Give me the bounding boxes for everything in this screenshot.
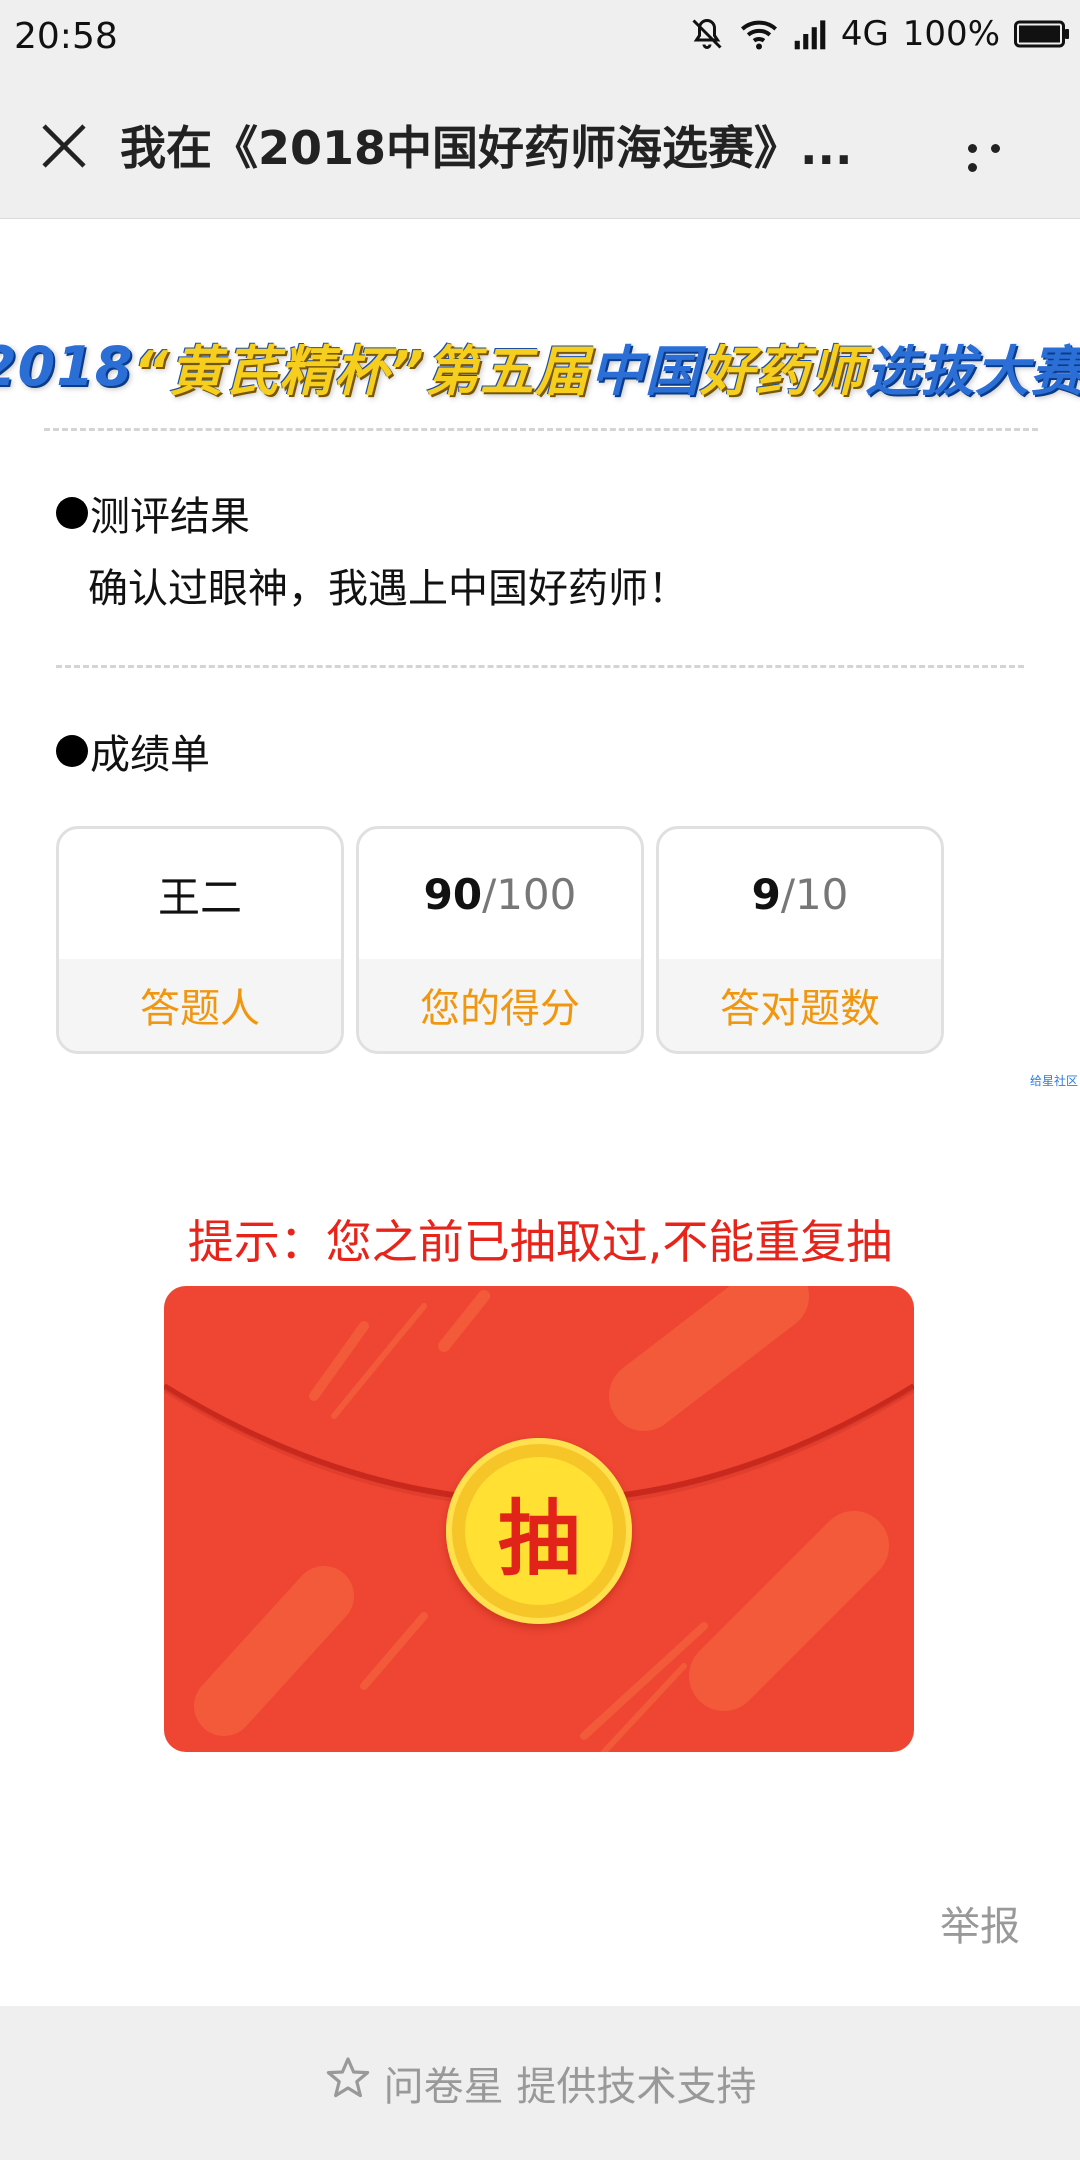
banner-edition: 第五届 [424, 339, 590, 403]
draw-tip: 提示：您之前已抽取过,不能重复抽 [187, 1215, 893, 1269]
score-card-respondent: 王二 答题人 [56, 826, 344, 1054]
wifi-icon [739, 16, 779, 52]
correct-value: 9 [751, 869, 781, 919]
divider [44, 428, 1038, 431]
correct-total: /10 [780, 869, 849, 919]
score-card-correct: 9/10 答对题数 [656, 826, 944, 1054]
report-link[interactable]: 举报 [940, 1894, 1020, 1952]
footer-text[interactable]: 问卷星 提供技术支持 [384, 2054, 757, 2112]
banner-contest: 选拔大赛 [864, 339, 1080, 403]
status-time: 20:58 [14, 16, 118, 57]
result-heading: 测评结果 [56, 484, 250, 542]
bullet-icon [56, 735, 88, 767]
banner-pharmacist: 好药师 [699, 339, 865, 403]
score-card-value: 90/100 [359, 829, 641, 959]
score-card-label: 答题人 [59, 959, 341, 1051]
network-label: 4G [840, 14, 889, 54]
result-text: 确认过眼神，我遇上中国好药师！ [88, 566, 688, 612]
score-card-value: 9/10 [659, 829, 941, 959]
banner-sponsor: “黄芪精杯” [133, 339, 425, 403]
scores-heading-label: 成绩单 [90, 732, 210, 778]
contest-banner: 2018 “黄芪精杯” 第五届 中国 好药师 选拔大赛 [0, 324, 1080, 408]
bell-off-icon [689, 16, 725, 52]
score-total: /100 [482, 869, 577, 919]
battery-label: 100% [902, 14, 1000, 54]
community-tag[interactable]: 给星社区 [1030, 1072, 1078, 1089]
banner-year: 2018 [0, 334, 134, 398]
battery-icon [1014, 19, 1070, 49]
score-card-label: 您的得分 [359, 959, 641, 1051]
red-envelope[interactable]: 抽 [164, 1286, 914, 1752]
star-icon [324, 2054, 384, 2112]
scores-heading: 成绩单 [56, 722, 210, 780]
score-card-score: 90/100 您的得分 [356, 826, 644, 1054]
draw-coin-button[interactable]: 抽 [446, 1438, 632, 1624]
signal-icon [793, 17, 827, 51]
draw-button-label: 抽 [465, 1457, 613, 1605]
close-icon[interactable] [36, 118, 92, 174]
nav-bar: 我在《2018中国好药师海选赛》... [0, 78, 1080, 219]
score-value: 90 [423, 869, 483, 919]
score-card-label: 答对题数 [659, 959, 941, 1051]
status-icons: 4G 100% [689, 14, 1070, 54]
score-card-value: 王二 [157, 872, 242, 922]
result-heading-label: 测评结果 [90, 494, 250, 540]
page-title: 我在《2018中国好药师海选赛》... [120, 121, 853, 175]
status-bar: 20:58 4G 100% [0, 0, 1080, 78]
divider [56, 665, 1024, 668]
more-icon[interactable] [968, 138, 1028, 172]
footer: 问卷星 提供技术支持 [0, 2006, 1080, 2160]
bullet-icon [56, 497, 88, 529]
banner-china: 中国 [589, 339, 700, 403]
